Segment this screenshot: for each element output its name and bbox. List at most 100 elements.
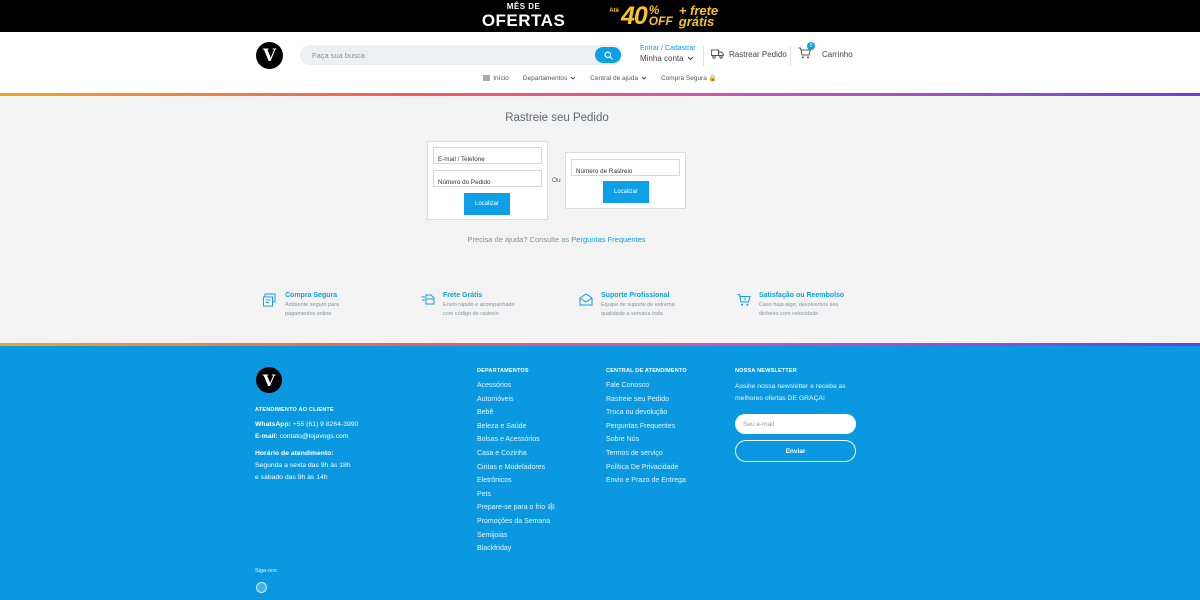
newsletter-submit-button[interactable]: Enviar	[735, 440, 856, 462]
nav-item-departments[interactable]: Departamentos	[523, 74, 576, 82]
departments-heading: DEPARTAMENTOS	[477, 368, 529, 374]
feature-desc: Ambiente seguro para pagamentos online	[285, 302, 340, 317]
site-logo[interactable]: V	[256, 42, 283, 69]
feature-text: Frete Grátis Envio rápido e acompanhado …	[443, 292, 523, 319]
feature-desc: Envio rápido e acompanhado com código de…	[443, 302, 515, 317]
promo-small-text: MÊS DE	[506, 2, 541, 11]
footer-service-link[interactable]: Rastreie seu Pedido	[606, 396, 686, 403]
secure-card-icon	[263, 293, 276, 307]
email-phone-input[interactable]	[434, 152, 541, 167]
footer-department-link[interactable]: Bolsas e Acessórios	[477, 436, 556, 443]
nav-item-home[interactable]: Início	[483, 74, 509, 82]
cart-label: Carrinho	[822, 49, 853, 59]
mail-support-icon	[579, 293, 593, 306]
feature-title: Suporte Profissional	[601, 292, 670, 299]
hours-label: Horário de atendimento:	[255, 450, 334, 457]
footer-department-link[interactable]: Automóveis	[477, 396, 556, 403]
footer-department-link[interactable]: Prepare-se para o frio ❄️	[477, 504, 556, 511]
footer-department-link[interactable]: Beleza e Saúde	[477, 423, 556, 430]
tracking-lookup-card: Localizar	[565, 152, 686, 209]
feature-title: Frete Grátis	[443, 292, 483, 299]
service-center-list: Fale Conosco Rastreie seu Pedido Troca o…	[606, 382, 686, 484]
promo-off: OFF	[648, 14, 673, 28]
cart-icon: 0	[798, 42, 815, 61]
account-menu[interactable]: Entrar / Cadastrar Minha conta	[640, 45, 696, 64]
footer-service-link[interactable]: Termos de serviço	[606, 450, 686, 457]
email-value[interactable]: contato@lojavogs.com	[280, 433, 349, 440]
footer-department-link[interactable]: Cintas e Modeladores	[477, 464, 556, 471]
footer-department-link[interactable]: Pets	[477, 491, 556, 498]
feature-secure-purchase: Compra Segura Ambiente seguro para pagam…	[263, 292, 365, 319]
search-icon	[603, 50, 613, 60]
feature-title: Compra Segura	[285, 292, 338, 299]
help-prefix: Precisa de ajuda? Consulte as	[467, 235, 570, 244]
search-input[interactable]	[312, 45, 592, 65]
feature-free-shipping: Frete Grátis Envio rápido e acompanhado …	[421, 292, 523, 319]
footer-department-link[interactable]: Blackfriday	[477, 545, 556, 552]
footer-department-link[interactable]: Semijoias	[477, 532, 556, 539]
customer-service-heading: ATENDIMENTO AO CLIENTE	[255, 407, 334, 413]
nav-item-secure-purchase[interactable]: Compra Segura 🔒	[661, 74, 717, 82]
cart-link[interactable]: 0 Carrinho	[798, 42, 853, 61]
header-divider	[790, 46, 791, 66]
follow-us-label: Siga-nos	[255, 568, 277, 574]
footer-service-link[interactable]: Envio e Prazo de Entrega	[606, 477, 686, 484]
locate-tracking-button[interactable]: Localizar	[603, 181, 649, 203]
tracking-number-field[interactable]	[571, 159, 680, 179]
order-number-field[interactable]	[433, 170, 542, 190]
nav-help-center-label: Central de ajuda	[590, 74, 638, 82]
feature-desc: Caso haja algo, devolvemos seu dinheiro …	[759, 302, 839, 317]
footer-department-link[interactable]: Promoções da Semana	[477, 518, 556, 525]
feature-text: Compra Segura Ambiente seguro para pagam…	[285, 292, 365, 319]
my-account-label: Minha conta	[640, 53, 684, 63]
footer-department-link[interactable]: Casa e Cozinha	[477, 450, 556, 457]
whatsapp-label: WhatsApp:	[255, 421, 291, 428]
footer-service-link[interactable]: Fale Conosco	[606, 382, 686, 389]
newsletter-email-input[interactable]	[735, 414, 856, 434]
promo-ate: Até	[609, 7, 619, 14]
nav-secure-label: Compra Segura 🔒	[660, 75, 717, 82]
locate-order-button[interactable]: Localizar	[464, 193, 510, 215]
footer-logo[interactable]: V	[256, 367, 282, 393]
footer-service-link[interactable]: Perguntas Frequentes	[606, 423, 686, 430]
feature-satisfaction: Satisfação ou Reembolso Caso haja algo, …	[737, 292, 844, 319]
header-gradient-divider	[0, 93, 1200, 96]
truck-icon	[711, 49, 724, 59]
chevron-down-icon	[570, 76, 576, 80]
my-account-dropdown[interactable]: Minha conta	[640, 54, 696, 64]
email-line: E-mail: contato@lojavogs.com	[255, 433, 349, 441]
promo-banner[interactable]: MÊS DE OFERTAS Até 40 % OFF + frete grát…	[0, 0, 1200, 32]
fast-shipping-icon	[421, 294, 435, 305]
track-order-link[interactable]: Rastrear Pedido	[711, 49, 787, 59]
email-label: E-mail:	[255, 433, 278, 440]
instagram-icon[interactable]	[256, 582, 267, 593]
chevron-down-icon	[641, 76, 647, 80]
email-phone-field[interactable]	[433, 147, 542, 167]
order-lookup-card: Localizar	[427, 141, 548, 220]
newsletter-text: Assine nossa newsletter e receba as melh…	[735, 383, 846, 403]
site-footer: V ATENDIMENTO AO CLIENTE WhatsApp: +55 (…	[0, 346, 1200, 600]
chevron-down-icon	[687, 56, 693, 61]
site-header: V Entrar / Cadastrar Minha conta Rastrea…	[0, 32, 1200, 93]
login-register-link[interactable]: Entrar / Cadastrar	[640, 45, 696, 54]
nav-item-help-center[interactable]: Central de ajuda	[590, 74, 647, 82]
footer-service-link[interactable]: Política De Privacidade	[606, 464, 686, 471]
order-number-input[interactable]	[434, 175, 541, 190]
or-separator: Ou	[552, 177, 561, 184]
promo-frete: + frete grátis	[679, 4, 718, 28]
promo-pct: % OFF	[648, 4, 673, 28]
footer-department-link[interactable]: Eletrônicos	[477, 477, 556, 484]
footer-department-link[interactable]: Bebê	[477, 409, 556, 416]
footer-service-link[interactable]: Troca ou devolução	[606, 409, 686, 416]
faq-link[interactable]: Perguntas Frequentes	[571, 235, 645, 244]
hours-weekdays: Segunda a sexta das 9h às 18h	[255, 462, 351, 469]
tracking-number-input[interactable]	[572, 164, 679, 179]
nav-departments-label: Departamentos	[522, 74, 568, 82]
feature-title: Satisfação ou Reembolso	[759, 292, 845, 299]
footer-department-link[interactable]: Acessórios	[477, 382, 556, 389]
footer-service-link[interactable]: Sobre Nós	[606, 436, 686, 443]
feature-desc: Equipe de suporte de extrema qualidade a…	[601, 302, 675, 317]
search-button[interactable]	[595, 47, 621, 63]
page-title: Rastreie seu Pedido	[505, 112, 609, 124]
whatsapp-value[interactable]: +55 (61) 9 8264-3990	[293, 421, 359, 428]
